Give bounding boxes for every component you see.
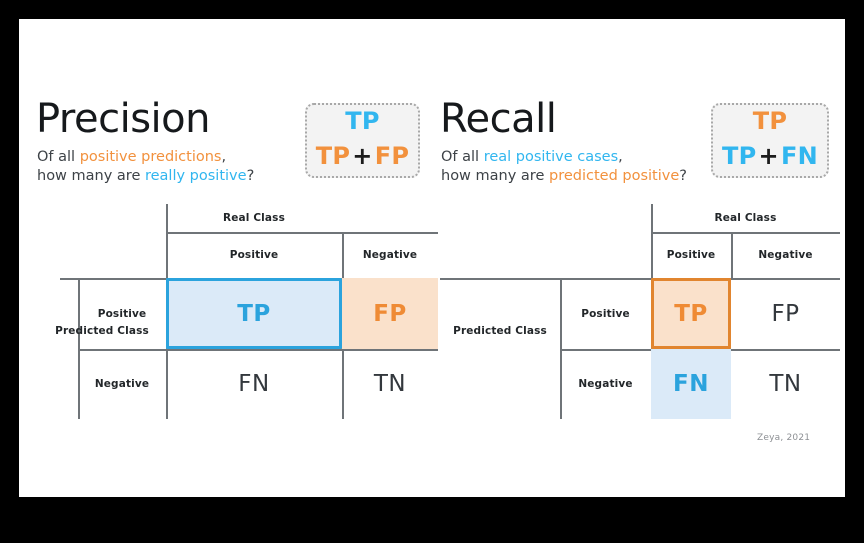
confusion-matrix-recall: Real Class Positive Negative Predicted C… xyxy=(440,204,840,419)
precision-heading: Precision xyxy=(36,96,210,142)
precision-formula-operator: + xyxy=(352,142,373,170)
matrix-right-cell-tn: TN xyxy=(769,371,802,397)
precision-subtitle-line2-prefix: how many are xyxy=(37,168,145,184)
matrix-left-column-header-negative: Negative xyxy=(362,249,418,261)
matrix-left-cell-tn: TN xyxy=(373,371,407,397)
slide-canvas: Precision Of all positive predictions, h… xyxy=(19,19,845,497)
precision-subtitle-line1-suffix: , xyxy=(221,149,227,165)
matrix-left-column-header-positive: Positive xyxy=(229,249,279,261)
slide-frame: Precision Of all positive predictions, h… xyxy=(0,0,864,543)
matrix-right-cell-fp: FP xyxy=(771,300,800,327)
matrix-left-cell-tp: TP xyxy=(166,278,342,349)
precision-subtitle-line1: Of all positive predictions, xyxy=(37,148,226,167)
recall-formula-operator: + xyxy=(758,142,779,170)
recall-formula-denominator-left: TP xyxy=(721,142,757,170)
matrix-left-cell-fn: FN xyxy=(238,371,270,397)
recall-subtitle-line1-suffix: , xyxy=(618,149,623,165)
matrix-left-cell-fp: FP xyxy=(342,278,438,349)
confusion-matrix-precision: Real Class Positive Negative Predicted C… xyxy=(38,204,438,419)
matrix-right-row-axis-title: Predicted Class xyxy=(453,325,547,337)
precision-subtitle-line2: how many are really positive? xyxy=(37,167,254,186)
recall-subtitle-line2-highlight: predicted positive xyxy=(548,168,680,184)
matrix-right-cell-fn: FN xyxy=(651,349,731,419)
precision-formula-denominator-right: FP xyxy=(374,142,410,170)
matrix-right-column-header-negative: Negative xyxy=(758,249,813,261)
recall-formula-denominator: TP+FN xyxy=(721,142,819,171)
recall-subtitle-line1-highlight: real positive cases xyxy=(483,149,619,165)
recall-heading: Recall xyxy=(440,96,557,142)
precision-formula-numerator: TP xyxy=(345,107,380,136)
matrix-right-row-header-negative: Negative xyxy=(578,378,633,390)
matrix-left-row-header-negative: Negative xyxy=(94,378,150,390)
recall-formula-denominator-right: FN xyxy=(780,142,819,170)
recall-formula-card: TP TP+FN xyxy=(711,103,829,178)
matrix-right-column-axis-title: Real Class xyxy=(714,212,777,224)
matrix-left-row-header-positive: Positive xyxy=(97,307,147,320)
recall-subtitle-line2-prefix: how many are xyxy=(441,168,549,184)
precision-subtitle-line1-prefix: Of all xyxy=(37,149,80,165)
precision-formula-card: TP TP+FP xyxy=(305,103,420,178)
matrix-left-column-axis-title: Real Class xyxy=(223,212,285,224)
recall-formula-numerator: TP xyxy=(752,107,788,136)
author-signature: Zeya, 2021 xyxy=(757,433,811,443)
matrix-right-row-header-positive: Positive xyxy=(581,307,630,320)
recall-subtitle-line1: Of all real positive cases, xyxy=(441,148,623,167)
precision-formula-denominator-left: TP xyxy=(315,142,351,170)
recall-subtitle-line1-prefix: Of all xyxy=(441,149,484,165)
precision-formula-denominator: TP+FP xyxy=(315,142,410,171)
matrix-right-cell-tp: TP xyxy=(651,278,731,349)
recall-subtitle-line2-suffix: ? xyxy=(679,168,687,184)
precision-subtitle-line1-highlight: positive predictions xyxy=(79,149,222,165)
precision-subtitle-line2-highlight: really positive xyxy=(144,168,247,184)
precision-subtitle-line2-suffix: ? xyxy=(246,168,255,184)
recall-subtitle-line2: how many are predicted positive? xyxy=(441,167,687,186)
matrix-right-column-header-positive: Positive xyxy=(666,249,716,261)
